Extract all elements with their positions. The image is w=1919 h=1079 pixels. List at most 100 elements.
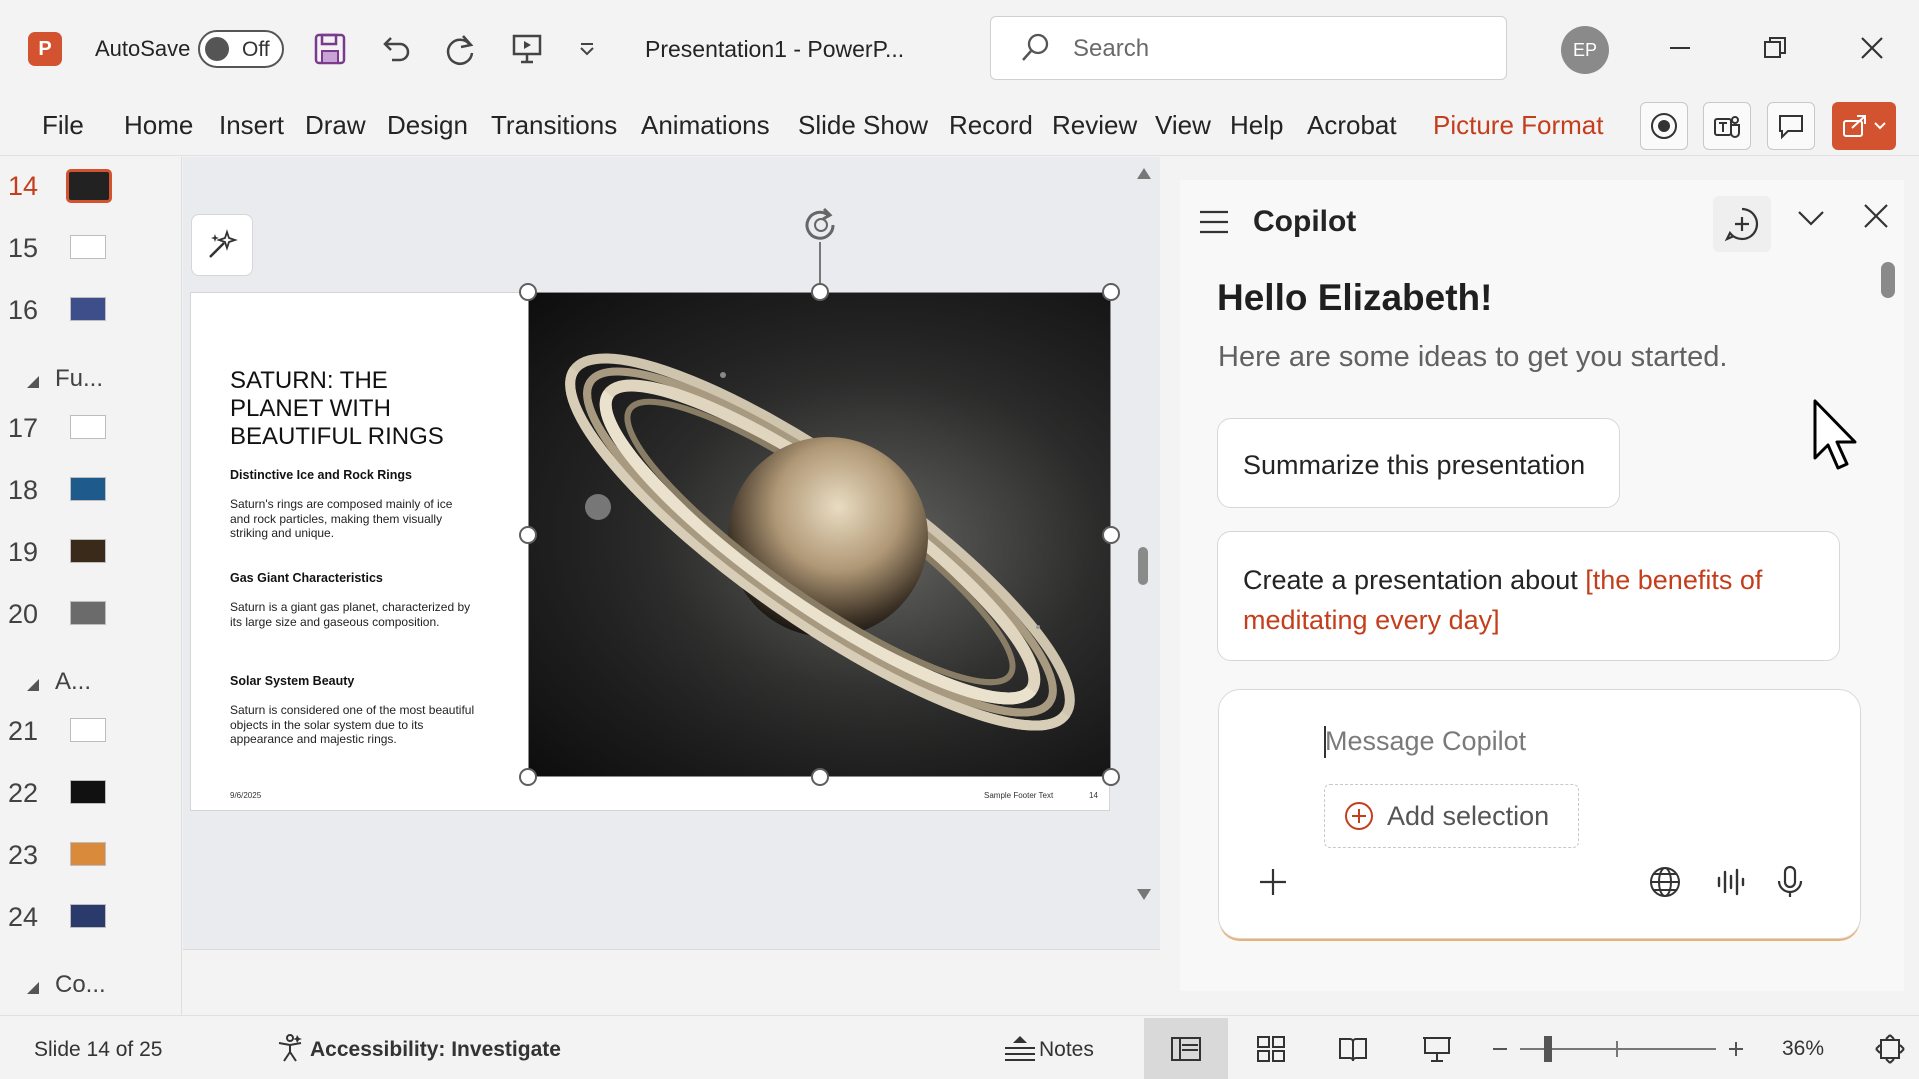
scrollbar-thumb[interactable]	[1138, 547, 1148, 585]
share-icon	[1843, 115, 1866, 137]
resize-handle-bottom[interactable]	[811, 768, 829, 786]
new-chat-button[interactable]	[1713, 196, 1771, 252]
restore-icon[interactable]	[1753, 28, 1797, 68]
minimize-icon[interactable]	[1658, 28, 1702, 68]
tab-acrobat[interactable]: Acrobat	[1307, 110, 1397, 141]
resize-handle-top-left[interactable]	[519, 283, 537, 301]
scroll-up-icon[interactable]	[1136, 166, 1152, 180]
tab-insert[interactable]: Insert	[219, 110, 284, 141]
slide-counter[interactable]: Slide 14 of 25	[34, 1038, 162, 1062]
tab-picture-format[interactable]: Picture Format	[1433, 110, 1604, 141]
resize-handle-top[interactable]	[811, 283, 829, 301]
close-icon[interactable]	[1850, 28, 1894, 68]
record-icon[interactable]	[1640, 102, 1688, 150]
notes-area[interactable]	[183, 949, 1160, 1015]
plus-icon[interactable]	[1253, 862, 1293, 902]
tab-slide-show[interactable]: Slide Show	[798, 110, 928, 141]
normal-view-button[interactable]	[1144, 1018, 1228, 1079]
section-header[interactable]: Fu...	[0, 359, 182, 399]
designer-button[interactable]	[191, 214, 253, 276]
zoom-out-icon[interactable]	[1480, 1031, 1520, 1067]
slide-thumbnail[interactable]: 17	[0, 409, 182, 449]
teams-icon[interactable]	[1703, 102, 1751, 150]
slide-sorter-icon[interactable]	[1251, 1031, 1291, 1067]
accessibility-icon[interactable]	[270, 1030, 310, 1066]
fit-to-window-icon[interactable]	[1870, 1031, 1910, 1067]
slide-thumbnail[interactable]: 22	[0, 774, 182, 814]
slide-thumbnail[interactable]: 16	[0, 291, 182, 331]
hamburger-menu-icon[interactable]	[1198, 208, 1230, 236]
accessibility-status[interactable]: Accessibility: Investigate	[310, 1038, 561, 1062]
customize-qat-icon[interactable]	[566, 28, 608, 70]
slide-thumbnail[interactable]: 21	[0, 712, 182, 752]
notes-icon[interactable]	[1000, 1030, 1040, 1066]
tab-draw[interactable]: Draw	[305, 110, 366, 141]
microphone-icon[interactable]	[1770, 862, 1810, 902]
saturn-picture[interactable]	[528, 292, 1111, 777]
copilot-message-box[interactable]: Message Copilot Add selection	[1218, 689, 1861, 939]
slide-subheading[interactable]: Distinctive Ice and Rock Rings	[230, 468, 412, 482]
slide-thumbnail[interactable]: 24	[0, 898, 182, 938]
tab-review[interactable]: Review	[1052, 110, 1137, 141]
message-input[interactable]: Message Copilot	[1325, 726, 1526, 757]
tab-record[interactable]: Record	[949, 110, 1033, 141]
resize-handle-left[interactable]	[519, 526, 537, 544]
reading-view-icon[interactable]	[1333, 1031, 1373, 1067]
autosave-toggle[interactable]: Off	[198, 30, 284, 68]
chevron-down-icon[interactable]	[1793, 200, 1829, 236]
section-header[interactable]: A...	[0, 662, 182, 702]
globe-icon[interactable]	[1645, 862, 1685, 902]
slide-thumbnail[interactable]: 19	[0, 533, 182, 573]
section-header[interactable]: Co...	[0, 965, 182, 1005]
slide-thumbnail[interactable]: 15	[0, 229, 182, 269]
comments-icon[interactable]	[1767, 102, 1815, 150]
rotate-handle-icon[interactable]	[798, 203, 844, 247]
slide-show-icon[interactable]	[1417, 1031, 1457, 1067]
tab-file[interactable]: File	[42, 110, 84, 141]
search-box[interactable]: Search	[990, 16, 1507, 80]
slide-thumbnail[interactable]: 20	[0, 595, 182, 635]
resize-handle-bottom-left[interactable]	[519, 768, 537, 786]
voice-wave-icon[interactable]	[1709, 862, 1749, 902]
redo-icon[interactable]	[439, 28, 481, 70]
slide-title[interactable]: SATURN: THE PLANET WITH BEAUTIFUL RINGS	[230, 367, 460, 451]
copilot-scrollbar-thumb[interactable]	[1881, 262, 1895, 298]
resize-handle-top-right[interactable]	[1102, 283, 1120, 301]
share-button[interactable]	[1832, 102, 1896, 150]
slide-footer: Sample Footer Text	[984, 791, 1054, 800]
scroll-down-icon[interactable]	[1136, 888, 1152, 902]
close-copilot-icon[interactable]	[1858, 198, 1894, 234]
suggestion-create-presentation[interactable]: Create a presentation about [the benefit…	[1217, 531, 1840, 661]
zoom-slider-thumb[interactable]	[1544, 1036, 1552, 1062]
slide-paragraph[interactable]: Saturn's rings are composed mainly of ic…	[230, 497, 475, 541]
tab-home[interactable]: Home	[124, 110, 193, 141]
slide-paragraph[interactable]: Saturn is considered one of the most bea…	[230, 703, 475, 747]
zoom-in-icon[interactable]	[1716, 1031, 1756, 1067]
autosave-label: AutoSave	[95, 36, 191, 61]
slide-thumbnail[interactable]: 23	[0, 836, 182, 876]
slide-subheading[interactable]: Solar System Beauty	[230, 674, 354, 688]
canvas-scrollbar[interactable]	[1134, 160, 1154, 910]
add-selection-button[interactable]: Add selection	[1324, 784, 1579, 848]
tab-help[interactable]: Help	[1230, 110, 1283, 141]
suggestion-summarize[interactable]: Summarize this presentation	[1217, 418, 1620, 508]
slide-thumbnail[interactable]: 14	[0, 167, 182, 207]
avatar[interactable]: EP	[1561, 26, 1609, 74]
slide-paragraph[interactable]: Saturn is a giant gas planet, characteri…	[230, 600, 475, 629]
undo-icon[interactable]	[374, 28, 416, 70]
start-from-beginning-icon[interactable]	[506, 28, 548, 70]
collapse-triangle-icon	[27, 679, 39, 691]
zoom-level[interactable]: 36%	[1782, 1037, 1824, 1061]
resize-handle-bottom-right[interactable]	[1102, 768, 1120, 786]
tab-design[interactable]: Design	[387, 110, 468, 141]
tab-animations[interactable]: Animations	[641, 110, 770, 141]
save-icon[interactable]	[309, 28, 351, 70]
tab-transitions[interactable]: Transitions	[491, 110, 617, 141]
notes-button[interactable]: Notes	[1039, 1038, 1094, 1062]
slide-thumbnail[interactable]: 18	[0, 471, 182, 511]
slide-subheading[interactable]: Gas Giant Characteristics	[230, 571, 383, 585]
ribbon-tabs: File Home Insert Draw Design Transitions…	[0, 96, 1919, 156]
tab-view[interactable]: View	[1155, 110, 1211, 141]
resize-handle-right[interactable]	[1102, 526, 1120, 544]
add-selection-label: Add selection	[1387, 800, 1550, 831]
